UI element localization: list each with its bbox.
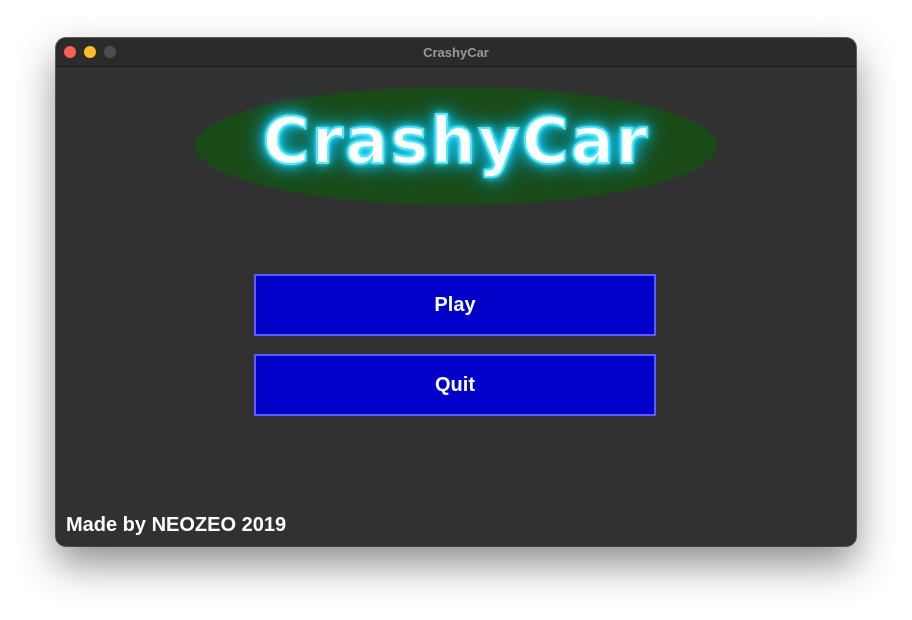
title-bar[interactable]: CrashyCar — [56, 38, 856, 67]
logo-text: CrashyCar — [262, 104, 650, 180]
game-canvas: CrashyCar Play Quit Made by NEOZEO 2019 — [56, 67, 856, 546]
window-title: CrashyCar — [423, 45, 489, 60]
play-button[interactable]: Play — [254, 274, 656, 336]
app-window: CrashyCar CrashyCar Play Quit Made by NE… — [56, 38, 856, 546]
credits-text: Made by NEOZEO 2019 — [66, 514, 287, 536]
game-logo: CrashyCar — [195, 87, 717, 205]
quit-button[interactable]: Quit — [254, 354, 656, 416]
